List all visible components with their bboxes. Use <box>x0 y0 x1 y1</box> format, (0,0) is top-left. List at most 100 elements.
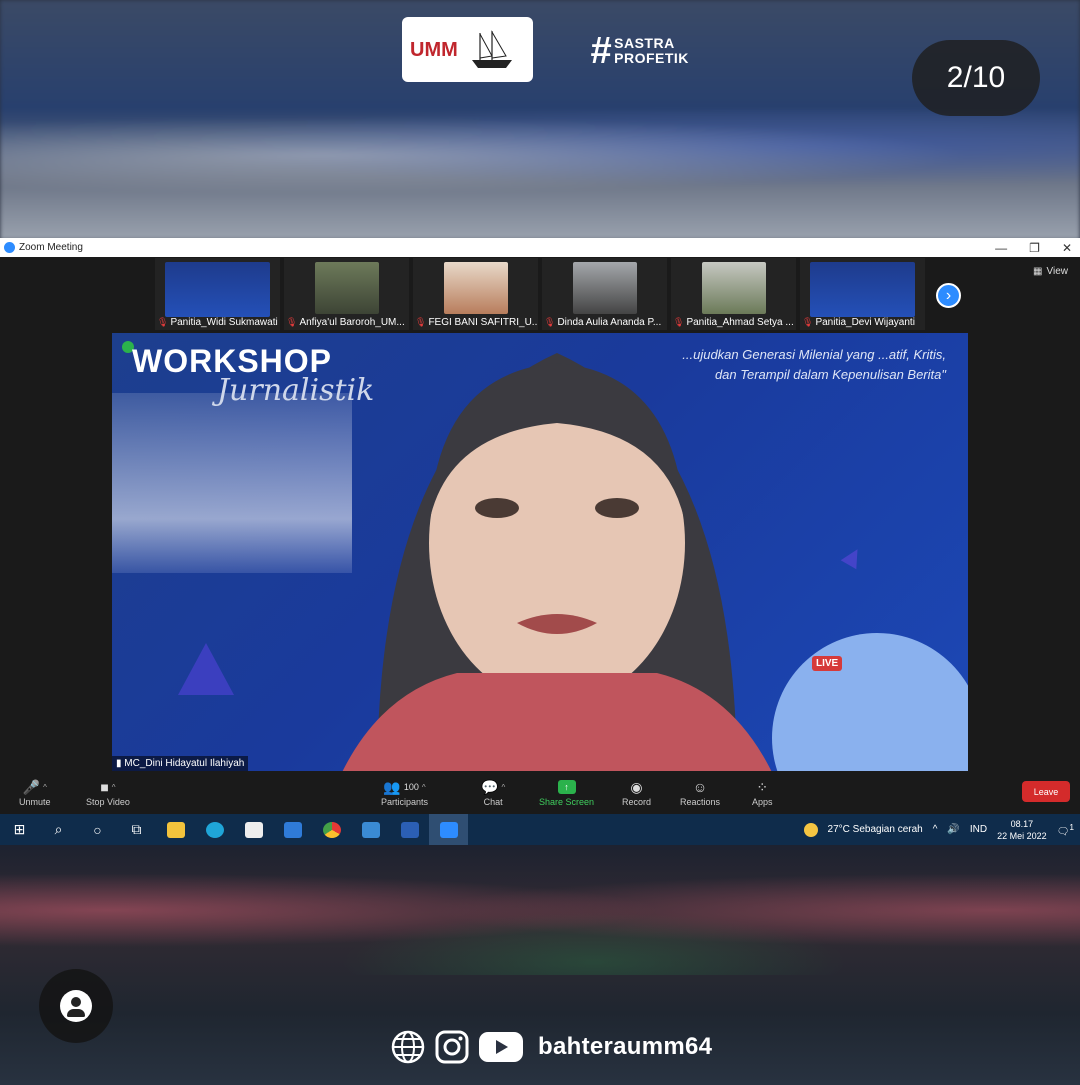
chevron-up-icon[interactable]: ^ <box>422 783 426 792</box>
reactions-button[interactable]: ☺ Reactions <box>680 777 720 807</box>
cortana-icon[interactable]: ○ <box>78 814 117 845</box>
stop-video-label: Stop Video <box>86 797 130 807</box>
participants-icon: 👥 <box>383 778 401 795</box>
muted-mic-icon: 🎙 <box>415 317 427 327</box>
participant-name: Anfiya'ul Baroroh_UM... <box>299 317 405 328</box>
record-button[interactable]: ◉ Record <box>622 777 652 808</box>
chrome-icon[interactable] <box>312 814 351 845</box>
participant-tile[interactable]: 🎙 Anfiya'ul Baroroh_UM... <box>284 258 409 330</box>
background-quote: ...ujudkan Generasi Milenial yang ...ati… <box>682 347 946 382</box>
view-label: View <box>1046 266 1069 277</box>
apps-icon: ⁘ <box>756 778 769 795</box>
word-icon[interactable] <box>390 814 429 845</box>
speaker-volume-icon[interactable]: 🔊 <box>947 824 959 835</box>
weather-text[interactable]: 27°C Sebagian cerah <box>828 824 923 835</box>
chat-button[interactable]: 💬 ^ Chat <box>481 777 505 808</box>
window-titlebar: Zoom Meeting — ❐ ✕ <box>0 238 1080 257</box>
globe-icon <box>391 1030 425 1064</box>
meeting-toolbar: 🎤 ^ Unmute ■ ^ Stop Video 👥 100 ^ Participan… <box>0 773 1080 813</box>
windows-taskbar: ⊞ ⌕ ○ ⧉ 27°C Sebagian cerah ^ 🔊 IND 08.1… <box>0 814 1080 845</box>
chevron-up-icon[interactable]: ^ <box>112 783 116 792</box>
social-footer: bahteraumm64 <box>390 1027 712 1067</box>
apps-button[interactable]: ⁘ Apps <box>752 777 773 808</box>
notification-count: 1 <box>1069 821 1074 832</box>
leave-button[interactable]: Leave <box>1022 781 1070 802</box>
chat-icon: 💬 <box>481 778 499 795</box>
muted-mic-icon: 🎙 <box>673 317 685 327</box>
ship-logo-icon <box>471 29 512 68</box>
umm-logo: UMM <box>402 17 533 82</box>
apps-label: Apps <box>752 797 773 807</box>
participant-video <box>444 262 508 314</box>
participant-video <box>573 262 637 314</box>
zoom-app-icon <box>4 242 15 253</box>
participant-tile[interactable]: 🎙 Panitia_Widi Sukmawati <box>155 258 280 330</box>
participant-tile[interactable]: 🎙 FEGI BANI SAFITRI_U... <box>413 258 538 330</box>
share-screen-button[interactable]: ↑ Share Screen <box>539 777 594 807</box>
windows-start-icon[interactable]: ⊞ <box>0 814 39 845</box>
record-icon: ◉ <box>630 778 643 795</box>
user-avatar-icon <box>60 990 92 1022</box>
background-triangle <box>178 643 234 695</box>
clock[interactable]: 08.17 22 Mei 2022 <box>997 818 1047 842</box>
participant-name: FEGI BANI SAFITRI_U... <box>428 317 538 328</box>
notification-icon[interactable]: 🗨1 <box>1057 822 1074 837</box>
participant-tile[interactable]: 🎙 Panitia_Devi Wijayanti <box>800 258 925 330</box>
participant-video <box>315 262 379 314</box>
clock-date: 22 Mei 2022 <box>997 830 1047 841</box>
participants-count: 100 <box>403 782 419 792</box>
window-title: Zoom Meeting <box>19 242 83 253</box>
grid-icon: ▦ <box>1033 266 1043 277</box>
chevron-up-icon[interactable]: ^ <box>501 783 505 792</box>
task-view-icon[interactable]: ⧉ <box>117 814 156 845</box>
share-screen-icon: ↑ <box>557 780 576 794</box>
reactions-label: Reactions <box>680 797 721 807</box>
edge-browser-icon[interactable] <box>195 814 234 845</box>
video-camera-icon: ■ <box>100 779 109 795</box>
live-badge: LIVE <box>812 656 843 671</box>
restore-icon[interactable]: ❐ <box>1029 241 1040 255</box>
speaker-name: MC_Dini Hidayatul Ilahiyah <box>124 758 245 769</box>
participant-tile[interactable]: 🎙 Panitia_Ahmad Setya ... <box>671 258 796 330</box>
chevron-up-icon[interactable]: ^ <box>43 783 47 792</box>
participants-button[interactable]: 👥 100 ^ Participants <box>381 777 428 808</box>
hashtag-icon: # <box>590 30 612 72</box>
muted-mic-icon: 🎙 <box>544 317 556 327</box>
participant-name: Panitia_Widi Sukmawati <box>170 317 278 328</box>
search-icon[interactable]: ⌕ <box>39 814 78 845</box>
share-screen-label: Share Screen <box>539 797 595 807</box>
background-city-graphic <box>112 393 352 573</box>
unmute-label: Unmute <box>19 797 51 807</box>
participant-name: Panitia_Ahmad Setya ... <box>686 317 794 328</box>
slide-counter: 2/10 <box>912 40 1040 116</box>
language-indicator[interactable]: IND <box>970 824 987 835</box>
file-explorer-icon[interactable] <box>156 814 195 845</box>
minimize-icon[interactable]: — <box>995 241 1007 255</box>
view-button[interactable]: ▦ View <box>1033 266 1068 277</box>
mail-icon[interactable] <box>273 814 312 845</box>
hashtag-word-2: PROFETIK <box>614 50 689 66</box>
zoom-taskbar-icon[interactable] <box>429 814 468 845</box>
background-circle-graphic <box>772 633 968 771</box>
participant-name: Panitia_Devi Wijayanti <box>815 317 915 328</box>
blurred-backdrop-top <box>0 0 1080 240</box>
stop-video-button[interactable]: ■ ^ Stop Video <box>86 777 130 807</box>
speaker-name-tag: ▮ MC_Dini Hidayatul Ilahiyah <box>112 756 249 771</box>
instagram-icon <box>435 1030 469 1064</box>
participant-video <box>702 262 766 314</box>
store-icon[interactable] <box>234 814 273 845</box>
muted-mic-icon: 🎙 <box>802 317 814 327</box>
participant-tile[interactable]: 🎙 Dinda Aulia Ananda P... <box>542 258 667 330</box>
chevron-up-icon[interactable]: ^ <box>933 824 938 835</box>
chat-label: Chat <box>483 797 503 807</box>
story-viewer: UMM # SASTRA PROFETIK 2/10 Zoom Meeting … <box>0 0 1080 1085</box>
close-icon[interactable]: ✕ <box>1062 241 1072 255</box>
record-label: Record <box>622 797 652 807</box>
hashtag-logo: # SASTRA PROFETIK <box>590 32 689 70</box>
photos-icon[interactable] <box>351 814 390 845</box>
participant-strip: 🎙 Panitia_Widi Sukmawati 🎙 Anfiya'ul Baror… <box>155 258 925 330</box>
background-subtitle: Jurnalistik <box>217 373 375 408</box>
profile-button[interactable] <box>39 969 113 1043</box>
next-page-arrow-icon[interactable]: › <box>936 283 961 308</box>
unmute-button[interactable]: 🎤 ^ Unmute <box>19 777 51 808</box>
